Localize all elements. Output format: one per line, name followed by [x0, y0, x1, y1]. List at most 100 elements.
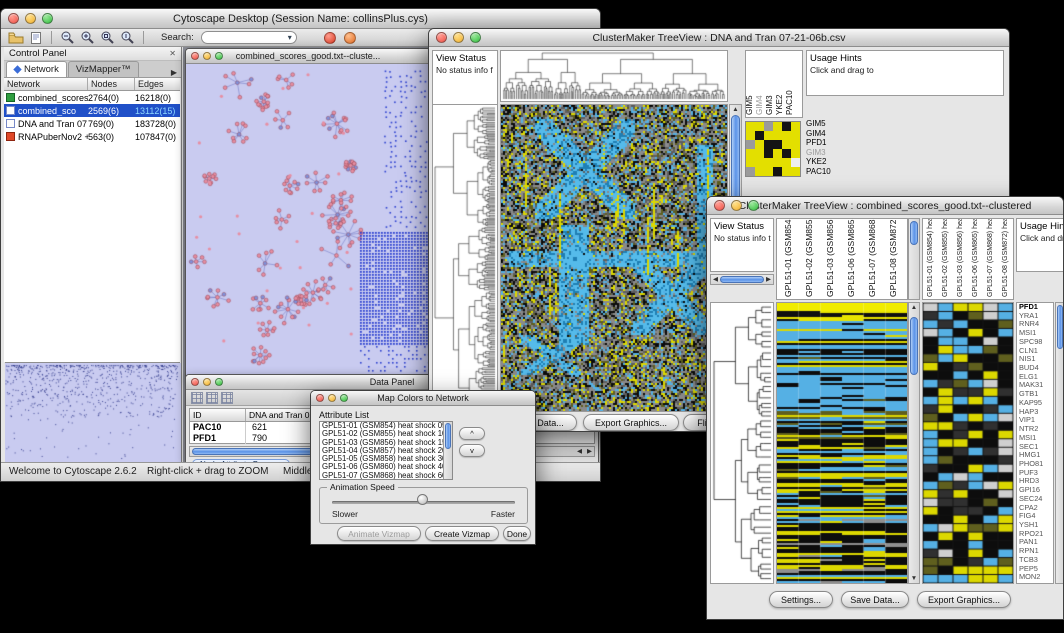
open-folder-icon[interactable] — [7, 30, 24, 46]
scroll-left-icon[interactable] — [577, 448, 582, 455]
close-button[interactable] — [714, 200, 725, 211]
row-dendrogram[interactable] — [710, 302, 774, 584]
gene-list-vscrollbar[interactable] — [1055, 302, 1064, 584]
gene-label[interactable]: HMG1 — [1017, 451, 1053, 460]
scrollbar-thumb[interactable] — [1057, 305, 1063, 349]
create-vizmap-button[interactable]: Create Vizmap — [425, 526, 499, 541]
tab-vizmapper[interactable]: VizMapper™ — [68, 61, 139, 77]
attribute-list-item[interactable]: GPL51-04 (GSM857) heat shock 20 min — [320, 447, 443, 455]
scrollbar-thumb[interactable] — [910, 317, 918, 375]
attribute-list-vscrollbar[interactable] — [443, 422, 452, 479]
export-graphics-button[interactable]: Export Graphics... — [917, 591, 1011, 608]
gene-label[interactable]: FIG4 — [1017, 512, 1053, 521]
minimize-button[interactable] — [25, 13, 36, 24]
col-header-id[interactable]: ID — [190, 409, 246, 421]
minimize-button[interactable] — [328, 394, 336, 402]
gene-label[interactable]: PAN1 — [1017, 538, 1053, 547]
zoom-out-icon[interactable] — [59, 30, 76, 46]
red-circle-icon[interactable] — [324, 32, 336, 44]
gene-label[interactable]: MAK31 — [1017, 381, 1053, 390]
heatmap[interactable] — [500, 104, 728, 412]
tab-overflow-icon[interactable] — [171, 68, 177, 77]
gene-label[interactable]: NIS1 — [1017, 355, 1053, 364]
close-button[interactable] — [8, 13, 19, 24]
zoom-button[interactable] — [215, 378, 223, 386]
network-row[interactable]: combined_scores2764(0)16218(0) — [4, 91, 180, 104]
gene-label[interactable]: PHO81 — [1017, 460, 1053, 469]
gene-label[interactable]: GPI16 — [1017, 486, 1053, 495]
labels-vscrollbar[interactable] — [908, 218, 920, 300]
gene-label[interactable]: MSI1 — [1017, 434, 1053, 443]
scroll-right-icon[interactable] — [587, 448, 592, 455]
treeview-dna-titlebar[interactable]: ClusterMaker TreeView : DNA and Tran 07-… — [429, 29, 1009, 47]
scroll-up-icon[interactable] — [909, 304, 919, 311]
attribute-select-icon[interactable] — [191, 392, 203, 404]
minimize-button[interactable] — [731, 200, 742, 211]
column-dendrogram[interactable] — [500, 50, 728, 102]
scroll-left-icon[interactable] — [713, 276, 718, 283]
zoom-button[interactable] — [340, 394, 348, 402]
gene-label[interactable]: RPN1 — [1017, 547, 1053, 556]
gene-label[interactable]: KAP95 — [1017, 399, 1053, 408]
tab-network[interactable]: Network — [6, 61, 67, 77]
move-down-button[interactable]: v — [459, 444, 485, 457]
attribute-list-item[interactable]: GPL51-01 (GSM854) heat shock 05 min — [320, 422, 443, 430]
export-graphics-button[interactable]: Export Graphics... — [583, 414, 679, 431]
attribute-list-item[interactable]: GPL51-03 (GSM856) heat shock 15 min — [320, 439, 443, 447]
attribute-list-item[interactable]: GPL51-02 (GSM855) heat shock 10 min — [320, 430, 443, 438]
zoom-selected-icon[interactable] — [119, 30, 136, 46]
move-up-button[interactable]: ^ — [459, 427, 485, 440]
network-row[interactable]: RNAPuberNov2 +563(0)107847(0) — [4, 130, 180, 143]
gene-label[interactable]: YSH1 — [1017, 521, 1053, 530]
gene-label[interactable]: RNR4 — [1017, 320, 1053, 329]
save-data-button[interactable]: Save Data... — [841, 591, 909, 608]
zoom-fit-icon[interactable] — [99, 30, 116, 46]
animate-vizmap-button[interactable]: Animate Vizmap — [337, 526, 421, 541]
network-row[interactable]: DNA and Tran 07769(0)183728(0) — [4, 117, 180, 130]
network-canvas-area[interactable] — [186, 64, 430, 377]
row-dendrogram[interactable] — [432, 104, 498, 412]
close-button[interactable] — [191, 378, 199, 386]
treeview-combined-titlebar[interactable]: ClusterMaker TreeView : combined_scores_… — [707, 197, 1063, 215]
scroll-down-icon[interactable] — [909, 575, 919, 582]
gene-label[interactable]: PUF3 — [1017, 469, 1053, 478]
close-button[interactable] — [316, 394, 324, 402]
orange-circle-icon[interactable] — [344, 32, 356, 44]
done-button[interactable]: Done — [503, 526, 531, 541]
scrollbar-thumb[interactable] — [910, 221, 918, 245]
gene-label[interactable]: BUD4 — [1017, 364, 1053, 373]
gene-label[interactable]: PFD1 — [1017, 303, 1053, 312]
control-panel-close-icon[interactable] — [169, 48, 176, 59]
gene-label[interactable]: MON2 — [1017, 573, 1053, 582]
heatmap-vscrollbar[interactable] — [908, 302, 920, 584]
close-button[interactable] — [191, 52, 199, 60]
minimize-button[interactable] — [203, 378, 211, 386]
gene-label[interactable]: SEC1 — [1017, 443, 1053, 452]
scroll-right-icon[interactable] — [766, 276, 771, 283]
scrollbar-thumb[interactable] — [445, 423, 451, 449]
gene-label[interactable]: ELG1 — [1017, 373, 1053, 382]
minimize-button[interactable] — [453, 32, 464, 43]
zoom-button[interactable] — [42, 13, 53, 24]
zoom-in-icon[interactable] — [79, 30, 96, 46]
attribute-list-item[interactable]: GPL51-07 (GSM868) heat shock 60 min — [320, 472, 443, 480]
network-view-titlebar[interactable]: combined_scores_good.txt--cluste... — [186, 49, 430, 64]
attribute-create-icon[interactable] — [206, 392, 218, 404]
export-file-icon[interactable] — [27, 30, 44, 46]
gene-label[interactable]: TCB3 — [1017, 556, 1053, 565]
network-view-window[interactable]: combined_scores_good.txt--cluste... — [185, 48, 431, 378]
gene-label[interactable]: NTR2 — [1017, 425, 1053, 434]
attribute-delete-icon[interactable] — [221, 392, 233, 404]
gene-label[interactable]: VIP1 — [1017, 416, 1053, 425]
gene-label[interactable]: CPA2 — [1017, 504, 1053, 513]
scroll-up-icon[interactable] — [730, 106, 741, 113]
gene-label[interactable]: MSI1 — [1017, 329, 1053, 338]
col-header-network[interactable]: Network — [4, 78, 88, 90]
heatmap-zoom-view[interactable] — [922, 302, 1014, 584]
gene-label[interactable]: YRA1 — [1017, 312, 1053, 321]
close-button[interactable] — [436, 32, 447, 43]
attribute-list-item[interactable]: GPL51-05 (GSM858) heat shock 30 min — [320, 455, 443, 463]
gene-label[interactable]: CLN1 — [1017, 347, 1053, 356]
map-dialog-titlebar[interactable]: Map Colors to Network — [311, 391, 535, 406]
gene-label[interactable]: GTB1 — [1017, 390, 1053, 399]
